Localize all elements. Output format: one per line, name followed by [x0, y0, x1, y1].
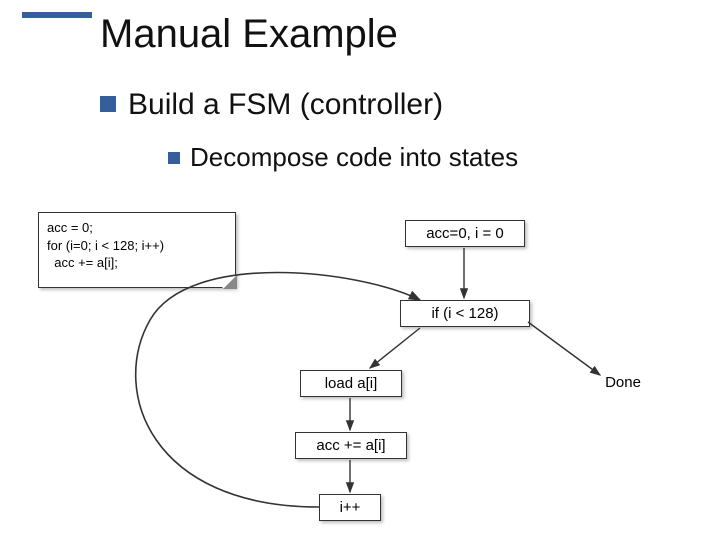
code-line: acc += a[i];: [47, 254, 227, 272]
code-line: for (i=0; i < 128; i++): [47, 237, 227, 255]
fsm-node-init: acc=0, i = 0: [405, 220, 525, 247]
bullet-l1: Build a FSM (controller): [128, 88, 443, 122]
code-note: acc = 0; for (i=0; i < 128; i++) acc += …: [38, 212, 236, 288]
fsm-node-inc: i++: [319, 494, 381, 521]
fsm-node-acc: acc += a[i]: [295, 432, 407, 459]
bullet-icon: [100, 96, 116, 112]
accent-bar: [22, 12, 92, 18]
fsm-node-load: load a[i]: [300, 370, 402, 397]
fsm-node-done: Done: [586, 370, 660, 395]
slide-title: Manual Example: [100, 12, 398, 57]
bullet-l2: Decompose code into states: [190, 142, 518, 173]
fsm-node-cond: if (i < 128): [400, 300, 530, 327]
code-line: acc = 0;: [47, 219, 227, 237]
bullet-icon: [168, 152, 180, 164]
